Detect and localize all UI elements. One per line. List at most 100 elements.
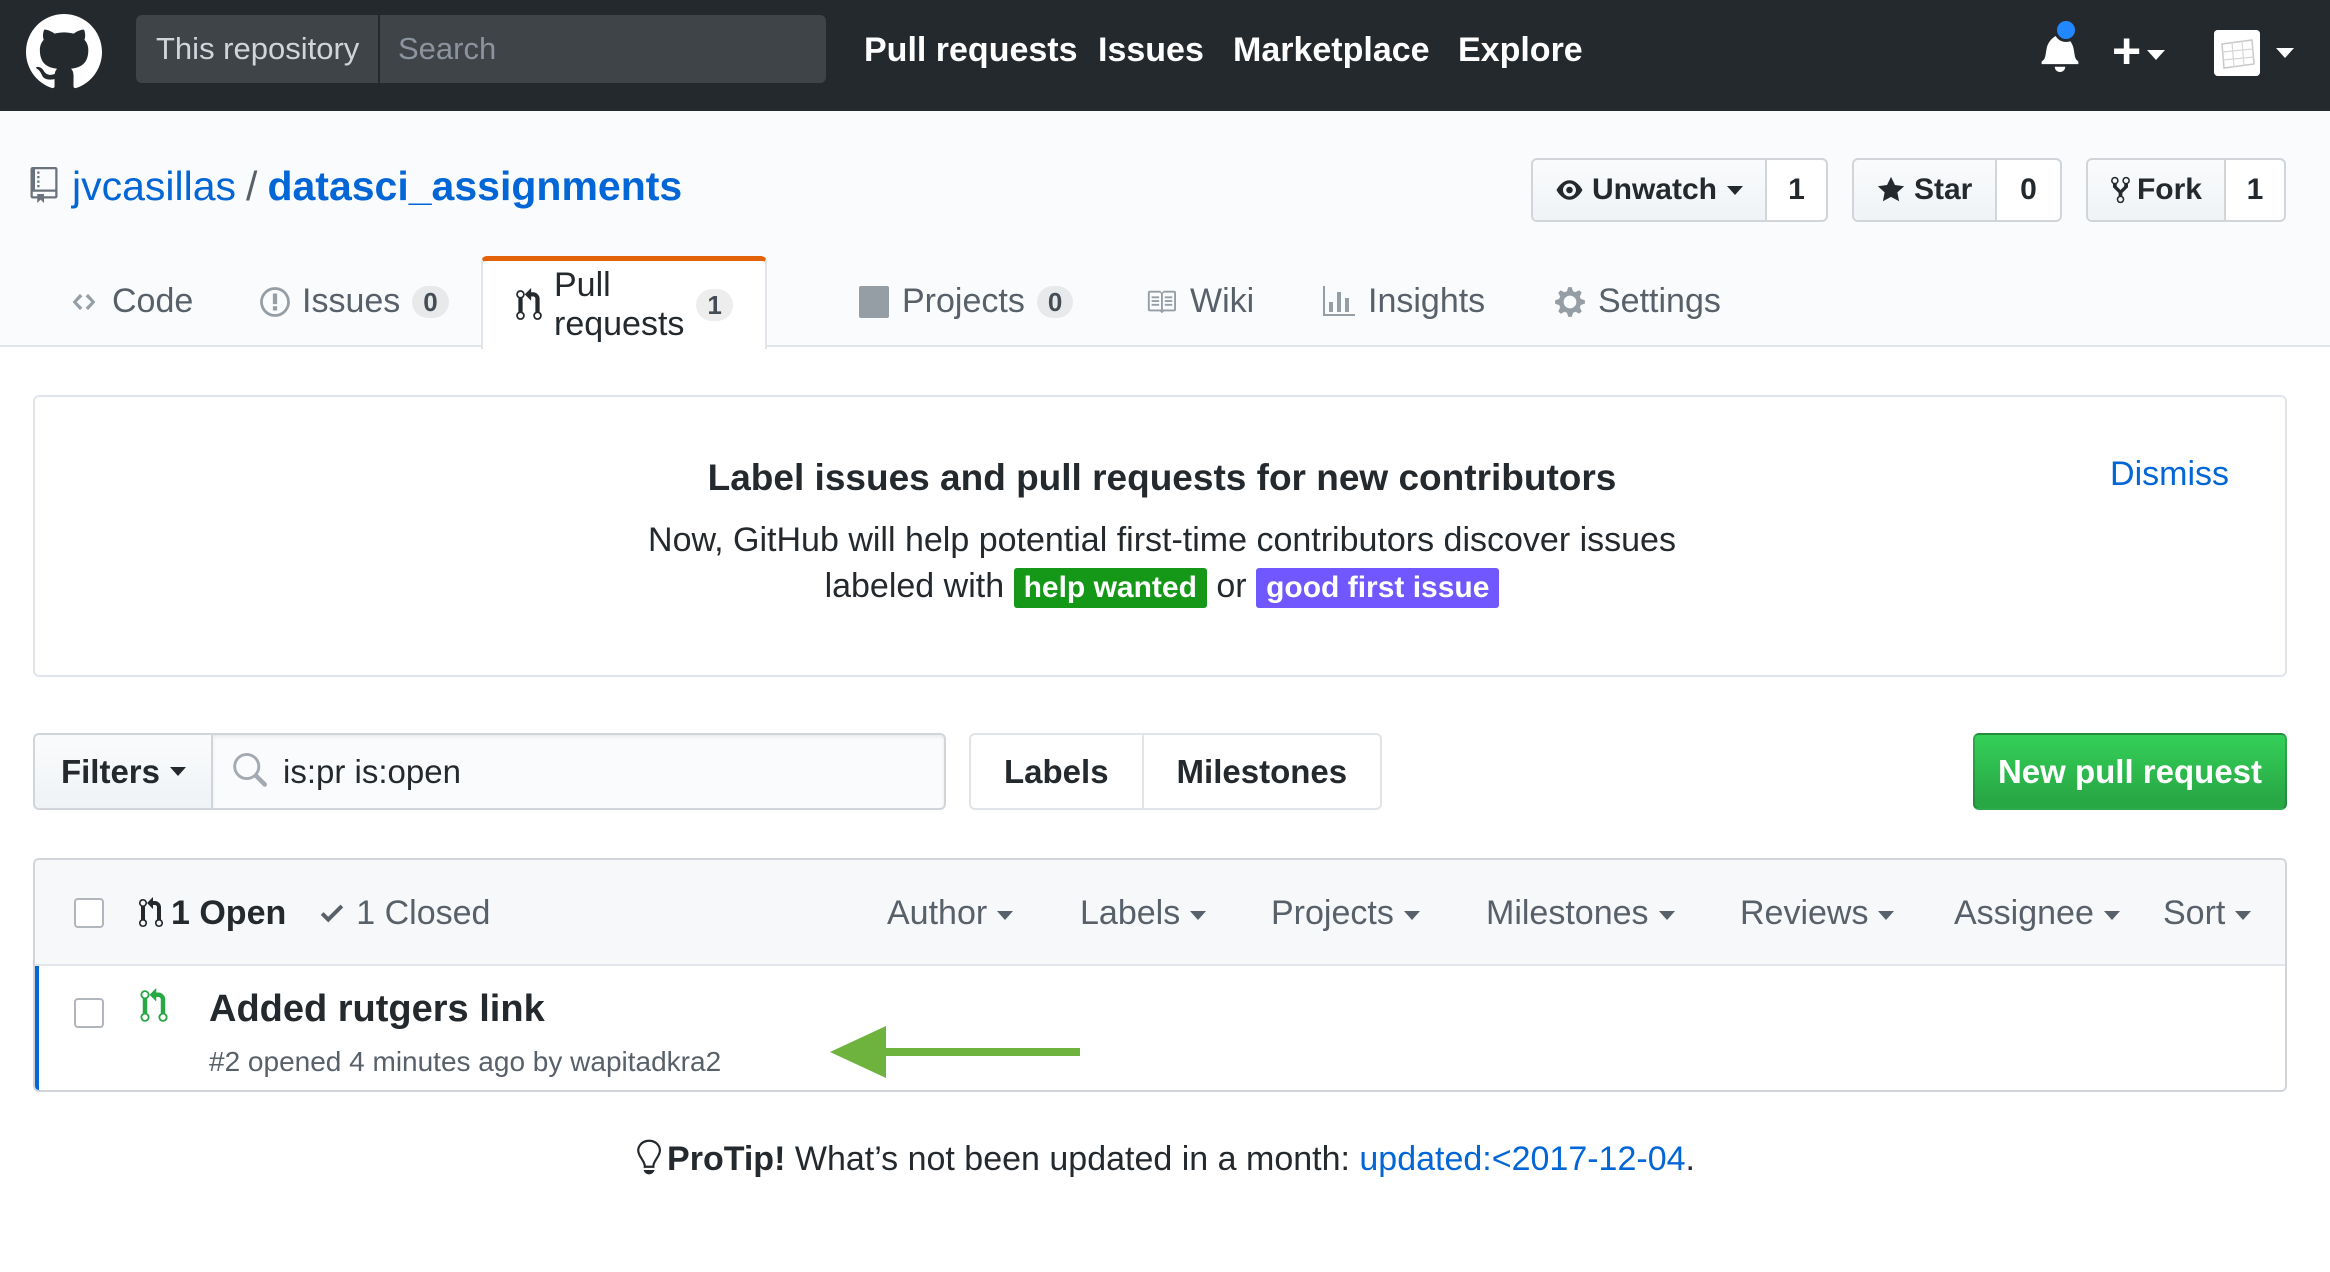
issue-opened-icon [260, 285, 290, 319]
stargazers-count[interactable]: 0 [1997, 160, 2060, 220]
new-pull-request-button[interactable]: New pull request [1973, 733, 2287, 810]
labels-link[interactable]: Labels [971, 735, 1142, 808]
milestones-filter[interactable]: Milestones [1486, 860, 1675, 966]
milestones-filter-label: Milestones [1486, 894, 1649, 932]
row-checkbox[interactable] [74, 998, 104, 1028]
tab-projects-label: Projects [902, 282, 1025, 320]
search-icon [233, 753, 267, 787]
repo-forked-icon [2111, 176, 2130, 204]
git-pull-request-icon [516, 288, 542, 322]
fork-label: Fork [2136, 173, 2202, 206]
assignee-filter[interactable]: Assignee [1954, 860, 2120, 966]
eye-icon [1556, 180, 1583, 200]
git-pull-request-icon [139, 897, 163, 927]
code-icon [68, 289, 100, 315]
banner-labels-line: labeled with help wanted or good first i… [35, 567, 2289, 608]
new-contributors-banner: Label issues and pull requests for new c… [33, 395, 2287, 677]
git-pull-request-open-icon [140, 988, 168, 1022]
unread-indicator [2054, 18, 2078, 42]
closed-filter[interactable]: 1 Closed [318, 894, 490, 933]
protip-label: ProTip! [667, 1140, 786, 1178]
search-query-value: is:pr is:open [283, 753, 461, 790]
protip-end: . [1685, 1140, 1695, 1178]
star-icon [1877, 176, 1905, 202]
chevron-down-icon [1403, 910, 1420, 920]
repo-icon [30, 167, 58, 203]
protip-query-link[interactable]: updated:<2017-12-04 [1359, 1140, 1685, 1178]
chevron-down-icon[interactable] [2276, 48, 2294, 58]
sort-dropdown[interactable]: Sort [2163, 860, 2252, 966]
banner-or: or [1216, 567, 1247, 605]
annotation-arrow-icon [830, 1026, 1080, 1078]
star-button[interactable]: Star [1854, 160, 1997, 220]
tab-wiki[interactable]: Wiki [1144, 256, 1254, 347]
open-filter[interactable]: 1 Open [139, 894, 286, 933]
tab-pull-requests[interactable]: Pull requests 1 [481, 256, 767, 349]
unwatch-label: Unwatch [1591, 173, 1717, 206]
filters-label: Filters [60, 752, 161, 790]
state-toggle: 1 Open 1 Closed [139, 860, 490, 966]
chevron-down-icon [1878, 910, 1895, 920]
global-header: This repository Search Pull requests Iss… [0, 0, 2330, 111]
light-bulb-icon [637, 1139, 662, 1175]
star-button-group: Star 0 [1852, 158, 2062, 222]
tab-code[interactable]: Code [68, 256, 193, 347]
issues-counter: 0 [412, 285, 449, 318]
fork-button[interactable]: Fork [2088, 160, 2226, 220]
repository-header: jvcasillas / datasci_assignments Unwatch 1… [0, 111, 2330, 349]
dismiss-button[interactable]: Dismiss [2110, 455, 2229, 494]
chevron-down-icon [170, 767, 187, 776]
author-filter[interactable]: Author [887, 860, 1014, 966]
chevron-down-icon [997, 910, 1014, 920]
unwatch-button[interactable]: Unwatch [1533, 160, 1767, 220]
labels-filter[interactable]: Labels [1080, 860, 1207, 966]
search-input[interactable]: Search [398, 15, 496, 83]
banner-description: Now, GitHub will help potential first-ti… [648, 521, 1676, 559]
plus-icon: + [2112, 23, 2142, 79]
open-count-label: 1 Open [171, 893, 287, 932]
protip: ProTip! What’s not been updated in a mon… [0, 1138, 2330, 1179]
global-search[interactable]: This repository Search [136, 15, 826, 83]
nav-explore[interactable]: Explore [1458, 0, 1583, 100]
tab-wiki-label: Wiki [1190, 282, 1255, 320]
repo-owner-link[interactable]: jvcasillas [72, 163, 236, 209]
list-header: 1 Open 1 Closed Author Labels Projects M… [35, 860, 2285, 966]
tab-insights-label: Insights [1368, 282, 1486, 320]
avatar[interactable] [2214, 30, 2260, 76]
label-good-first-issue[interactable]: good first issue [1256, 568, 1500, 608]
tab-issues[interactable]: Issues 0 [260, 256, 449, 347]
pull-request-title-link[interactable]: Added rutgers link [209, 988, 545, 1031]
filters-dropdown[interactable]: Filters [33, 733, 212, 810]
tab-insights[interactable]: Insights [1322, 256, 1485, 347]
projects-filter-label: Projects [1271, 894, 1394, 932]
list-item[interactable]: Added rutgers link #2 opened 4 minutes a… [35, 966, 2285, 1090]
repo-name-link[interactable]: datasci_assignments [267, 163, 682, 209]
projects-filter[interactable]: Projects [1271, 860, 1420, 966]
milestones-link[interactable]: Milestones [1141, 735, 1381, 808]
star-label: Star [1914, 173, 1973, 206]
github-octocat-icon[interactable] [26, 14, 102, 90]
reviews-filter-label: Reviews [1740, 894, 1869, 932]
sort-label: Sort [2163, 894, 2226, 932]
project-icon [858, 285, 890, 318]
chevron-down-icon [2147, 49, 2166, 60]
reviews-filter[interactable]: Reviews [1740, 860, 1895, 966]
forks-count[interactable]: 1 [2226, 160, 2284, 220]
nav-marketplace[interactable]: Marketplace [1233, 0, 1430, 100]
check-icon [321, 904, 344, 923]
create-new-menu[interactable]: + [2112, 23, 2166, 79]
nav-issues[interactable]: Issues [1098, 0, 1204, 100]
issue-search-input[interactable]: is:pr is:open [211, 733, 946, 810]
chevron-down-icon [1658, 910, 1675, 920]
watch-button-group: Unwatch 1 [1531, 158, 1828, 222]
watchers-count[interactable]: 1 [1767, 160, 1826, 220]
nav-pull-requests[interactable]: Pull requests [864, 0, 1078, 100]
tab-pull-requests-label: Pull requests [554, 266, 685, 343]
label-help-wanted[interactable]: help wanted [1013, 568, 1207, 608]
select-all-checkbox[interactable] [74, 898, 104, 928]
search-scope-label: This repository [136, 15, 380, 83]
repo-separator: / [246, 163, 258, 209]
tab-settings[interactable]: Settings [1554, 256, 1721, 347]
tab-projects[interactable]: Projects 0 [858, 256, 1074, 347]
repository-title: jvcasillas / datasci_assignments [72, 161, 682, 211]
